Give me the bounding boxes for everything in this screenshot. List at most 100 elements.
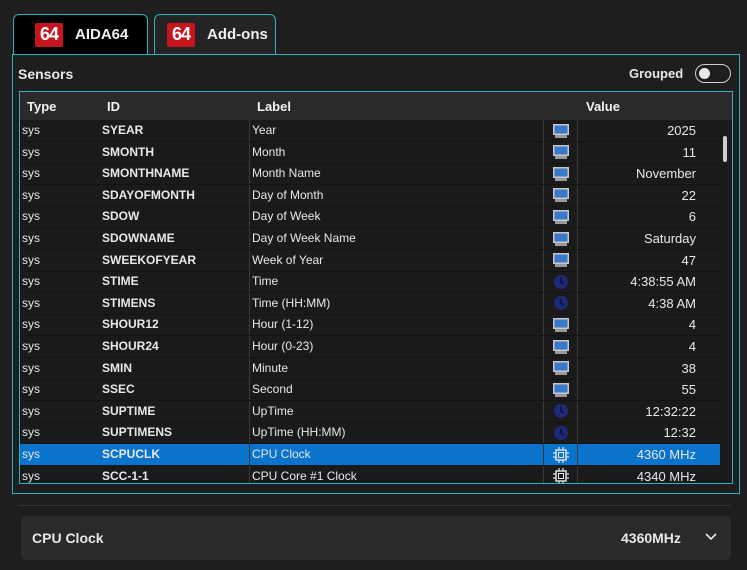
cell-type: sys [22, 339, 40, 353]
monitor-icon [543, 141, 578, 163]
tab-addons[interactable]: 64 Add-ons [154, 14, 276, 54]
column-header-id[interactable]: ID [107, 99, 120, 114]
table-row[interactable]: sys STIME Time 4:38:55 AM [20, 271, 720, 294]
cell-id: SUPTIME [102, 403, 156, 418]
cell-value: 4360 MHz [636, 447, 696, 462]
scrollbar-thumb[interactable] [723, 136, 727, 162]
cell-type: sys [22, 317, 40, 332]
cell-value: 2025 [667, 123, 696, 138]
table-row[interactable]: sys SUPTIMENS UpTime (HH:MM) 12:32 [20, 422, 720, 445]
cell-label: Week of Year [249, 249, 543, 271]
table-row[interactable]: sys SDAYOFMONTH Day of Month 22 [20, 184, 720, 207]
cell-value: 55 [681, 382, 696, 398]
cell-label: Year [249, 120, 543, 141]
sensors-title: Sensors [18, 66, 74, 82]
cell-id: SSEC [102, 382, 135, 397]
cell-type: sys [22, 144, 40, 159]
cell-type: sys [22, 295, 40, 310]
table-row[interactable]: sys SHOUR24 Hour (0-23) 4 [20, 336, 720, 358]
column-header-value[interactable]: Value [586, 99, 620, 114]
monitor-icon [543, 228, 578, 249]
chevron-down-icon [705, 533, 717, 541]
cell-type: sys [22, 252, 40, 267]
selected-sensor-value: 4360MHz [621, 530, 681, 546]
aida64-logo-icon: 64 [167, 22, 195, 47]
table-header: Type ID Label Value [20, 92, 732, 120]
clock-icon [543, 400, 578, 422]
toggle-knob [699, 68, 710, 79]
cell-label: CPU Core #1 Clock [249, 465, 543, 483]
table-row[interactable]: sys SSEC Second 55 [20, 379, 720, 402]
cell-value: Saturday [643, 231, 696, 246]
table-row[interactable]: sys SCC-1-1 CPU Core #1 Clock 4340 MHz [20, 465, 720, 484]
selected-sensor-expander[interactable]: CPU Clock 4360MHz [21, 516, 731, 560]
cell-id: STIMENS [102, 295, 156, 310]
grouped-toggle[interactable] [695, 64, 731, 83]
cell-value: 4 [688, 317, 696, 333]
cell-value: November [636, 166, 696, 182]
monitor-icon [543, 379, 578, 401]
table-row[interactable]: sys SDOWNAME Day of Week Name Saturday [20, 228, 720, 250]
cell-id: SWEEKOFYEAR [102, 252, 197, 267]
cell-type: sys [22, 187, 40, 202]
cell-value: 22 [681, 187, 696, 203]
cell-label: Day of Week Name [249, 228, 543, 249]
table-row[interactable]: sys SMONTH Month 11 [20, 141, 720, 164]
cell-label: CPU Clock [249, 444, 543, 465]
cell-value: 47 [681, 252, 696, 268]
cell-value: 6 [688, 209, 696, 225]
cell-label: Day of Month [249, 184, 543, 206]
cell-id: SDOW [102, 209, 140, 224]
column-header-type[interactable]: Type [27, 99, 56, 114]
monitor-icon [543, 120, 578, 141]
table-row[interactable]: sys SWEEKOFYEAR Week of Year 47 [20, 249, 720, 272]
table-row[interactable]: sys SMONTHNAME Month Name November [20, 163, 720, 186]
tab-aida64[interactable]: 64 AIDA64 [13, 14, 148, 54]
table-row[interactable]: sys SUPTIME UpTime 12:32:22 [20, 400, 720, 423]
cell-id: SUPTIMENS [102, 425, 173, 440]
table-row[interactable]: sys SDOW Day of Week 6 [20, 206, 720, 229]
table-row[interactable]: sys SCPUCLK CPU Clock 4360 MHz [20, 444, 720, 466]
column-header-label[interactable]: Label [257, 99, 291, 114]
cell-id: SDAYOFMONTH [102, 187, 195, 202]
cell-value: 12:32 [663, 425, 696, 441]
cell-id: STIME [102, 274, 139, 289]
cell-id: SMIN [102, 360, 132, 375]
cell-value: 4:38 AM [648, 295, 696, 311]
cell-value: 12:32:22 [645, 403, 696, 419]
table-row[interactable]: sys SMIN Minute 38 [20, 357, 720, 380]
cpu-chip-icon [543, 444, 578, 465]
cell-id: SMONTH [102, 144, 154, 159]
cell-type: sys [22, 123, 40, 137]
clock-icon [543, 292, 578, 314]
cell-label: Minute [249, 357, 543, 379]
table-row[interactable]: sys SHOUR12 Hour (1-12) 4 [20, 314, 720, 337]
cell-id: SHOUR24 [102, 339, 159, 353]
cell-value: 4340 MHz [636, 468, 696, 484]
cell-label: UpTime [249, 400, 543, 422]
table-row[interactable]: sys SYEAR Year 2025 [20, 120, 720, 142]
cell-type: sys [22, 166, 40, 181]
monitor-icon [543, 249, 578, 271]
cell-value: 11 [682, 144, 697, 160]
aida64-logo-icon: 64 [35, 22, 63, 47]
sensor-table: Type ID Label Value sys SYEAR Year 2025 sys S… [19, 91, 733, 484]
cpu-chip-icon [543, 465, 578, 483]
cell-id: SYEAR [102, 123, 144, 137]
tab-addons-label: Add-ons [207, 26, 268, 43]
cell-label: UpTime (HH:MM) [249, 422, 543, 444]
cell-value: 4:38:55 AM [630, 274, 696, 290]
selected-sensor-label: CPU Clock [32, 530, 104, 546]
table-row[interactable]: sys STIMENS Time (HH:MM) 4:38 AM [20, 292, 720, 315]
grouped-label: Grouped [629, 66, 684, 81]
monitor-icon [543, 336, 578, 357]
monitor-icon [543, 206, 578, 228]
cell-label: Hour (1-12) [249, 314, 543, 336]
cell-id: SHOUR12 [102, 317, 159, 332]
cell-id: SCPUCLK [102, 447, 161, 461]
cell-id: SDOWNAME [102, 231, 175, 245]
monitor-icon [543, 184, 578, 206]
cell-value: 38 [681, 360, 696, 376]
cell-label: Time [249, 271, 543, 293]
cell-value: 4 [688, 339, 696, 354]
